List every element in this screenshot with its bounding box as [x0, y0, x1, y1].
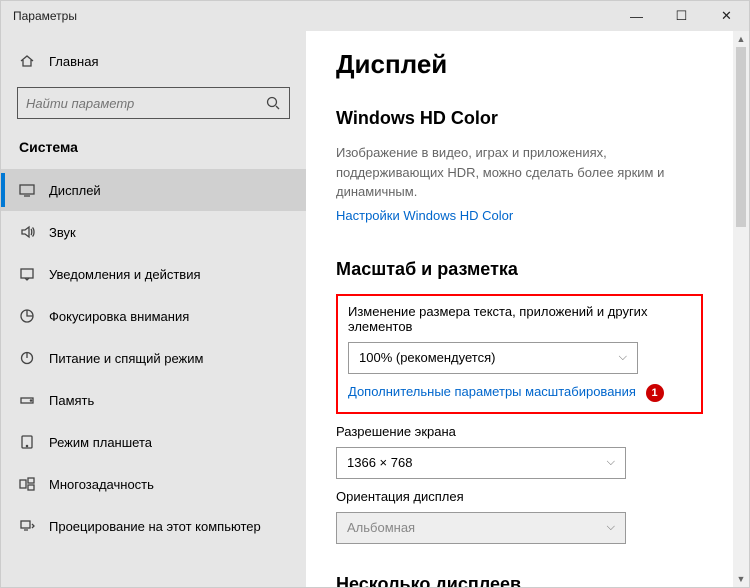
- power-icon: [19, 350, 35, 366]
- hd-color-link[interactable]: Настройки Windows HD Color: [336, 208, 513, 223]
- advanced-scaling-link[interactable]: Дополнительные параметры масштабирования: [348, 384, 636, 399]
- sidebar-item-label: Звук: [49, 225, 76, 240]
- sidebar-item-label: Дисплей: [49, 183, 101, 198]
- scale-title: Масштаб и разметка: [336, 259, 703, 280]
- scroll-thumb[interactable]: [736, 47, 746, 227]
- window-title: Параметры: [13, 9, 614, 23]
- search-icon: [265, 95, 281, 111]
- sidebar-item-storage[interactable]: Память: [1, 379, 306, 421]
- sidebar-item-focus[interactable]: Фокусировка внимания: [1, 295, 306, 337]
- sidebar-section-label: Система: [1, 133, 306, 169]
- titlebar: Параметры — ☐ ✕: [1, 1, 749, 31]
- scale-value: 100% (рекомендуется): [359, 350, 495, 365]
- resolution-label: Разрешение экрана: [336, 424, 703, 439]
- content-area: Дисплей Windows HD Color Изображение в в…: [306, 31, 733, 587]
- sidebar-item-display[interactable]: Дисплей: [1, 169, 306, 211]
- orientation-value: Альбомная: [347, 520, 415, 535]
- maximize-button[interactable]: ☐: [659, 1, 704, 31]
- tablet-icon: [19, 434, 35, 450]
- hd-color-title: Windows HD Color: [336, 108, 703, 129]
- highlight-box: Изменение размера текста, приложений и д…: [336, 294, 703, 414]
- orientation-label: Ориентация дисплея: [336, 489, 703, 504]
- scale-select[interactable]: 100% (рекомендуется) ⌵: [348, 342, 638, 374]
- storage-icon: [19, 392, 35, 408]
- sidebar: Главная Система Дисплей Звук Уведомления: [1, 31, 306, 587]
- search-input[interactable]: [17, 87, 290, 119]
- sidebar-item-label: Режим планшета: [49, 435, 152, 450]
- sidebar-item-tablet[interactable]: Режим планшета: [1, 421, 306, 463]
- sidebar-item-label: Питание и спящий режим: [49, 351, 203, 366]
- sidebar-item-label: Многозадачность: [49, 477, 154, 492]
- focus-icon: [19, 308, 35, 324]
- scroll-up-icon[interactable]: ▲: [733, 31, 749, 47]
- orientation-select[interactable]: Альбомная ⌵: [336, 512, 626, 544]
- sidebar-home[interactable]: Главная: [1, 45, 306, 77]
- sidebar-item-label: Фокусировка внимания: [49, 309, 189, 324]
- search-field[interactable]: [26, 96, 265, 111]
- scroll-down-icon[interactable]: ▼: [733, 571, 749, 587]
- annotation-badge: 1: [646, 384, 664, 402]
- scrollbar[interactable]: ▲ ▼: [733, 31, 749, 587]
- multi-display-title: Несколько дисплеев: [336, 574, 703, 588]
- sidebar-item-projecting[interactable]: Проецирование на этот компьютер: [1, 505, 306, 547]
- resolution-select[interactable]: 1366 × 768 ⌵: [336, 447, 626, 479]
- page-title: Дисплей: [336, 49, 703, 80]
- home-icon: [19, 53, 35, 69]
- sidebar-item-label: Память: [49, 393, 94, 408]
- projecting-icon: [19, 518, 35, 534]
- sidebar-item-label: Уведомления и действия: [49, 267, 201, 282]
- scale-change-label: Изменение размера текста, приложений и д…: [348, 304, 691, 334]
- sidebar-item-label: Проецирование на этот компьютер: [49, 519, 261, 534]
- close-button[interactable]: ✕: [704, 1, 749, 31]
- sidebar-item-sound[interactable]: Звук: [1, 211, 306, 253]
- hd-color-desc: Изображение в видео, играх и приложениях…: [336, 143, 703, 202]
- chevron-down-icon: ⌵: [619, 351, 627, 364]
- chevron-down-icon: ⌵: [607, 456, 615, 469]
- sidebar-item-multitask[interactable]: Многозадачность: [1, 463, 306, 505]
- sidebar-home-label: Главная: [49, 54, 98, 69]
- sidebar-item-power[interactable]: Питание и спящий режим: [1, 337, 306, 379]
- display-icon: [19, 182, 35, 198]
- sidebar-item-notifications[interactable]: Уведомления и действия: [1, 253, 306, 295]
- resolution-value: 1366 × 768: [347, 455, 412, 470]
- sound-icon: [19, 224, 35, 240]
- chevron-down-icon: ⌵: [607, 521, 615, 534]
- notifications-icon: [19, 266, 35, 282]
- multitask-icon: [19, 476, 35, 492]
- minimize-button[interactable]: —: [614, 1, 659, 31]
